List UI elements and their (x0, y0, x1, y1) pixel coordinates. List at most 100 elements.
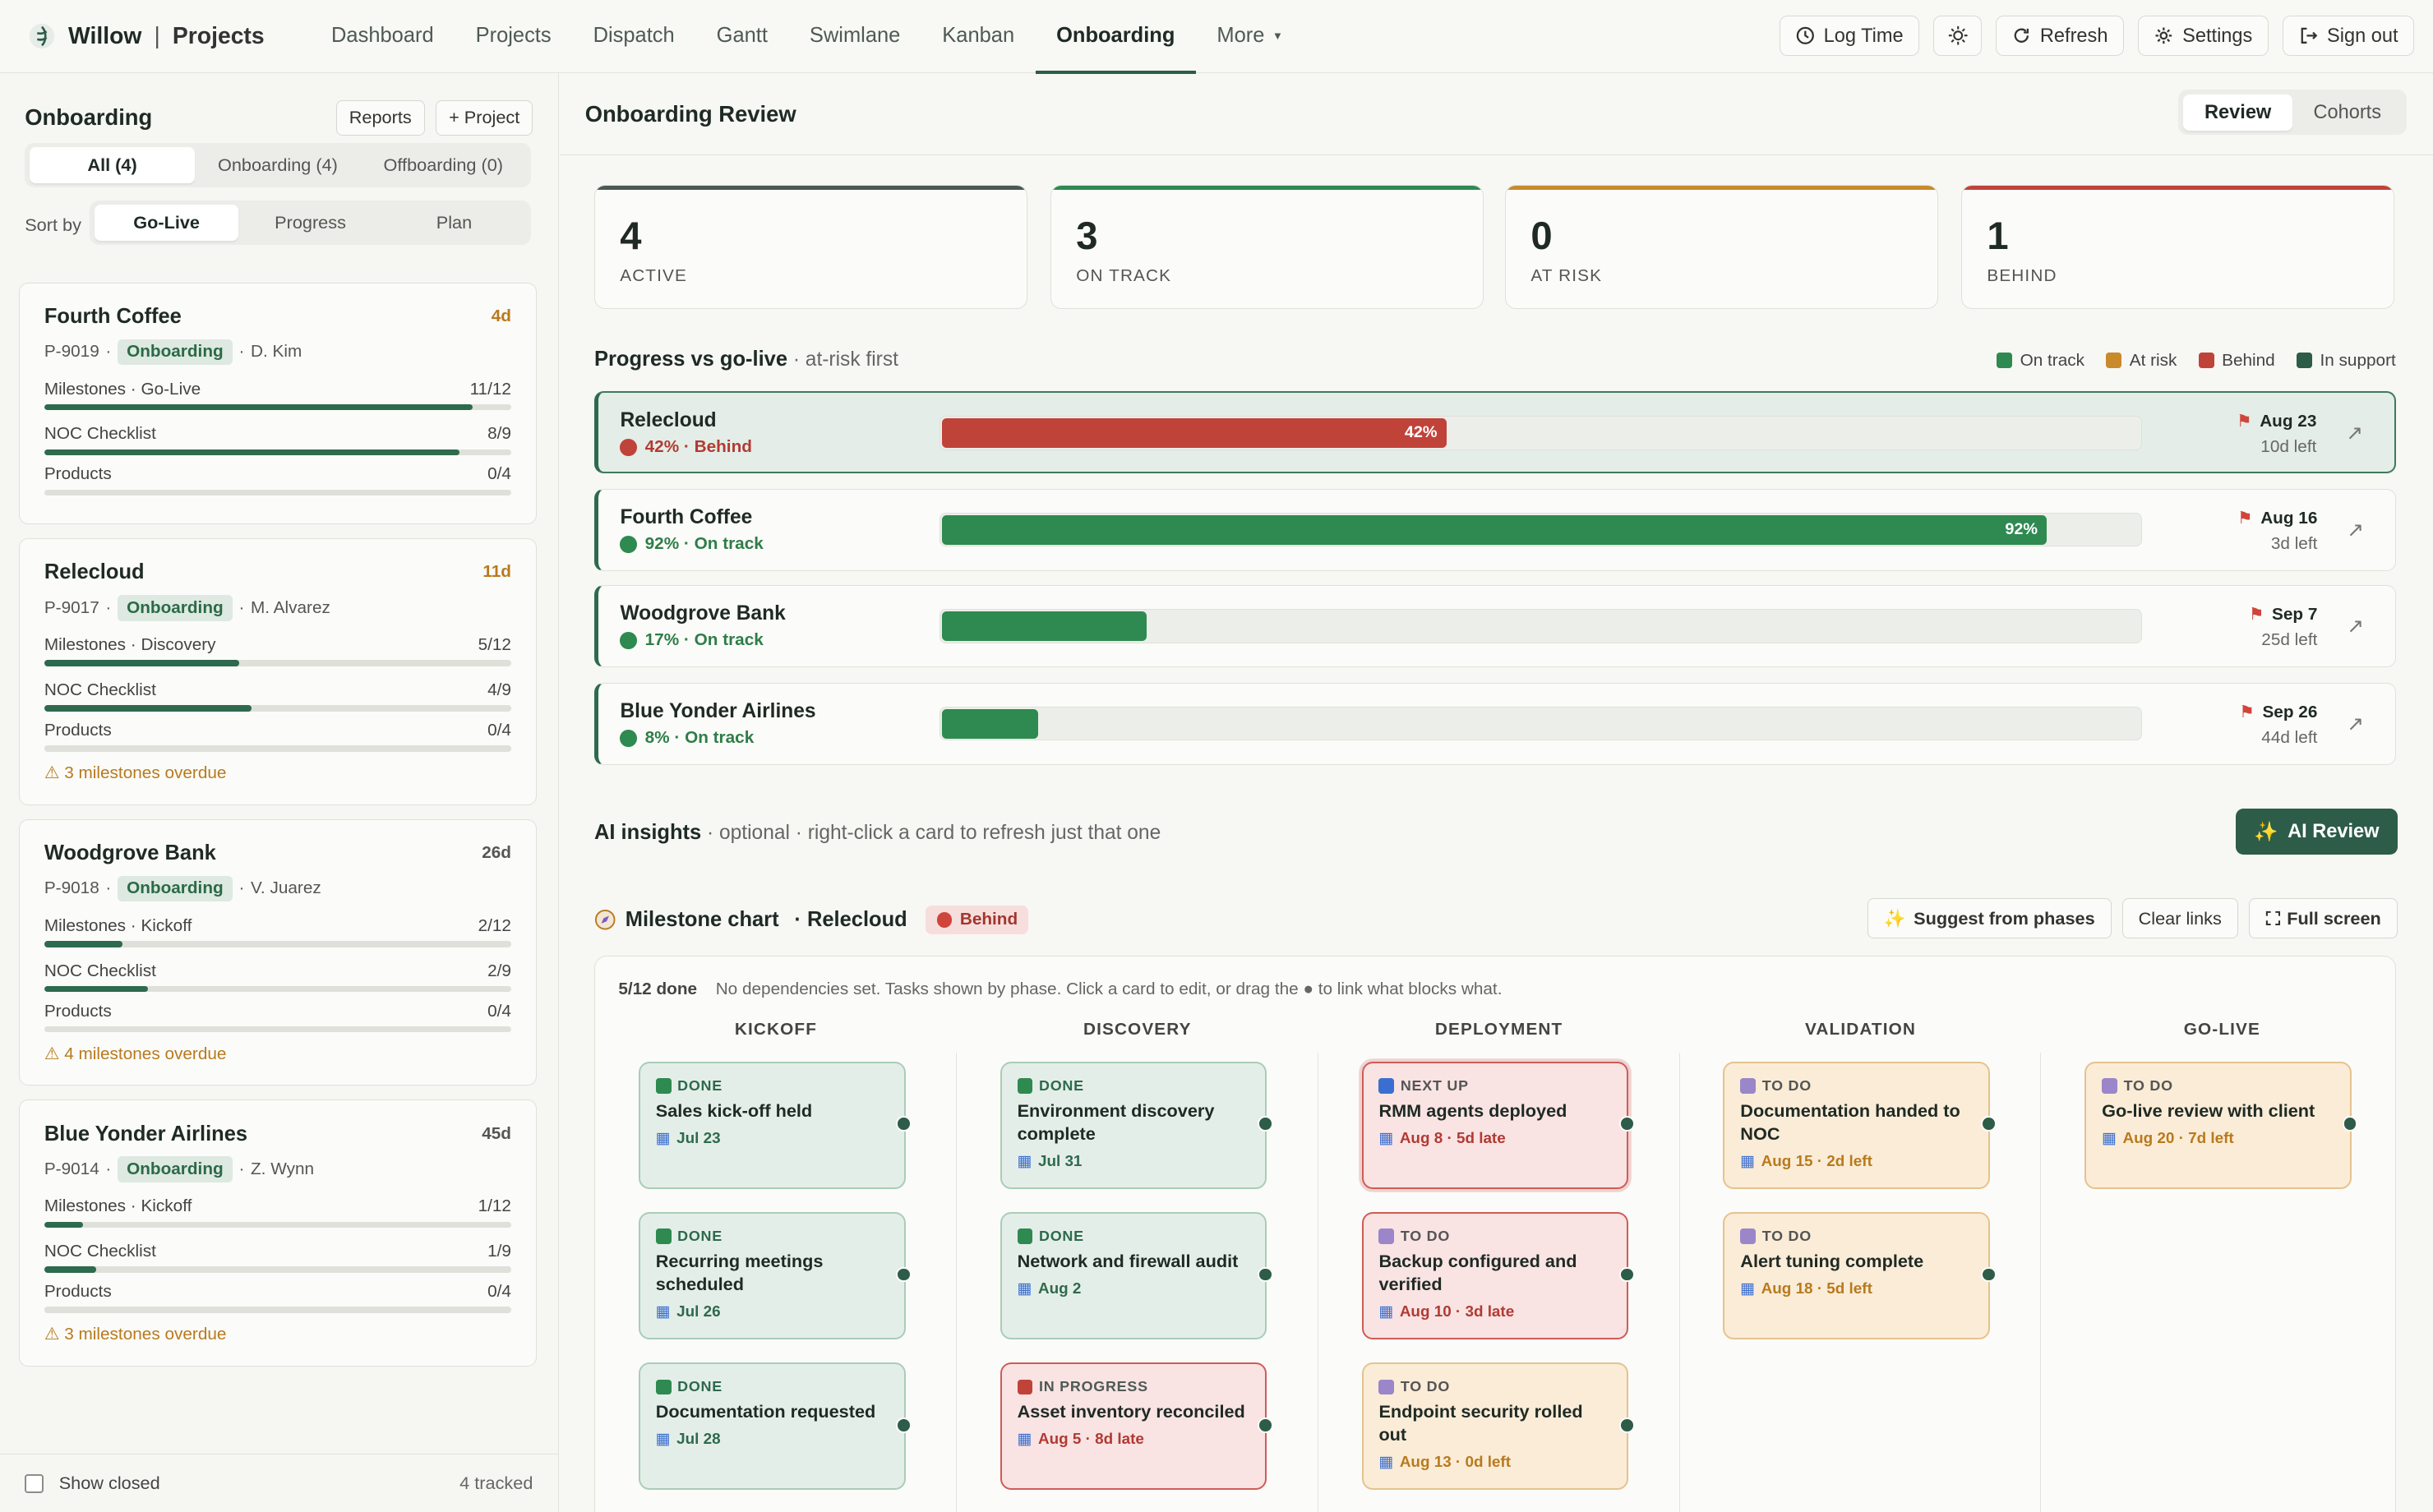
nav-kanban[interactable]: Kanban (921, 0, 1036, 72)
link-handle[interactable] (1618, 1417, 1635, 1433)
link-handle[interactable] (1257, 1266, 1273, 1283)
project-card[interactable]: Woodgrove Bank 26d P-9018 · Onboarding · V. Ju… (18, 818, 538, 1086)
calendar-icon: ▦ (1017, 1152, 1032, 1170)
progress-row[interactable]: Woodgrove Bank 17% · On track ⚑ Sep 7 25d le… (594, 584, 2396, 667)
milestone-card[interactable]: DONE Recurring meetings scheduled ▦ Jul 26 (638, 1212, 912, 1340)
brand[interactable]: Willow | Projects (0, 22, 311, 50)
add-project-button[interactable]: + Project (436, 99, 533, 136)
milestone-card[interactable]: DONE Environment discovery complete ▦ Jul 3… (1000, 1062, 1273, 1190)
milestone-card[interactable]: DONE Sales kick-off held ▦ Jul 23 (638, 1062, 912, 1190)
status-badge: Behind (926, 905, 1029, 935)
open-external-icon[interactable]: ↗ (2346, 421, 2363, 445)
milestone-card[interactable]: IN PROGRESS Asset inventory reconciled ▦ Au… (1000, 1362, 1273, 1491)
nav-more[interactable]: More ▼ (1196, 0, 1304, 72)
progress-row[interactable]: Fourth Coffee 92% · On track 92% ⚑ Aug 16 3d … (594, 488, 2396, 571)
link-handle[interactable] (1980, 1116, 1997, 1132)
progress-status-label: 17% · On track (644, 630, 764, 650)
filter-onboarding[interactable]: Onboarding (4) (195, 147, 360, 182)
phase-header: VALIDATION (1804, 1020, 1917, 1040)
project-card[interactable]: Fourth Coffee 4d P-9019 · Onboarding · D. Kim M… (18, 282, 538, 525)
milestone-title: Alert tuning complete (1740, 1251, 1924, 1271)
noc-value: 1/9 (487, 1242, 511, 1261)
milestone-card[interactable]: TO DO Go-live review with client ▦ Aug 20 ·… (2084, 1062, 2358, 1190)
link-handle[interactable] (1618, 1266, 1635, 1283)
stat-number: 4 (620, 214, 642, 258)
clear-links-button[interactable]: Clear links (2121, 898, 2238, 939)
project-card[interactable]: Relecloud 11d P-9017 · Onboarding · M. Alvarez… (18, 538, 538, 805)
milestone-card[interactable]: TO DO Endpoint security rolled out ▦ Aug 13… (1361, 1362, 1635, 1491)
nav-dispatch[interactable]: Dispatch (572, 0, 695, 72)
project-owner: V. Juarez (251, 878, 321, 898)
status-tag: Onboarding (117, 875, 233, 902)
link-handle[interactable] (896, 1116, 912, 1132)
milestone-card[interactable]: TO DO Alert tuning complete ▦ Aug 18 · 5d l… (1723, 1212, 1997, 1340)
link-handle[interactable] (896, 1266, 912, 1283)
link-handle[interactable] (1257, 1417, 1273, 1433)
status-dot-icon (620, 729, 638, 747)
milestone-card[interactable]: DONE Documentation requested ▦ Jul 28 (638, 1362, 912, 1491)
calendar-icon: ▦ (1017, 1429, 1032, 1447)
meta-separator: · (105, 597, 112, 617)
filter-offboarding[interactable]: Offboarding (0) (361, 147, 526, 182)
full-screen-button[interactable]: Full screen (2248, 898, 2398, 939)
nav-swimlane[interactable]: Swimlane (788, 0, 921, 72)
project-meta: P-9018 · Onboarding · V. Juarez (44, 875, 321, 902)
products-label: Products (44, 720, 112, 740)
show-closed-label[interactable]: Show closed (59, 1473, 160, 1494)
sort-progress[interactable]: Progress (238, 205, 382, 240)
reports-button[interactable]: Reports (335, 99, 425, 136)
meta-separator: · (105, 1159, 112, 1179)
milestone-status: TO DO (1740, 1077, 1973, 1095)
milestone-due-label: Jul 28 (676, 1429, 721, 1447)
settings-button[interactable]: Settings (2138, 15, 2269, 56)
sort-plan[interactable]: Plan (382, 205, 526, 240)
checkbox-icon (1017, 1078, 1033, 1095)
milestone-card[interactable]: DONE Network and firewall audit ▦ Aug 2 (1000, 1212, 1273, 1340)
project-meta: P-9017 · Onboarding · M. Alvarez (44, 595, 330, 621)
sign-out-button[interactable]: Sign out (2283, 15, 2415, 56)
open-external-icon[interactable]: ↗ (2347, 614, 2364, 638)
progress-track: 42% (939, 416, 2143, 450)
days-to-go-live: 26d (482, 843, 511, 863)
tab-cohorts[interactable]: Cohorts (2292, 94, 2402, 130)
log-time-button[interactable]: Log Time (1779, 15, 1920, 56)
progress-status-label: 8% · On track (644, 728, 755, 748)
ai-review-button[interactable]: ✨ AI Review (2236, 808, 2398, 855)
sort-go-live[interactable]: Go-Live (95, 205, 239, 241)
progress-row[interactable]: Blue Yonder Airlines 8% · On track ⚑ Sep 26… (594, 682, 2396, 765)
show-closed-checkbox[interactable] (25, 1473, 44, 1493)
project-name: Blue Yonder Airlines (44, 1122, 248, 1146)
nav-projects[interactable]: Projects (455, 0, 572, 72)
progress-status: 92% · On track (620, 534, 764, 554)
milestone-due: ▦ Aug 10 · 3d late (1378, 1302, 1611, 1321)
nav-gantt[interactable]: Gantt (695, 0, 788, 72)
link-handle[interactable] (2342, 1116, 2358, 1132)
project-card[interactable]: Blue Yonder Airlines 45d P-9014 · Onboarding… (18, 1099, 538, 1367)
link-handle[interactable] (896, 1417, 912, 1433)
checkbox-icon (655, 1228, 672, 1245)
theme-toggle-button[interactable] (1933, 15, 1983, 56)
open-external-icon[interactable]: ↗ (2347, 518, 2364, 542)
filter-all[interactable]: All (4) (29, 147, 196, 183)
milestone-card[interactable]: TO DO Documentation handed to NOC ▦ Aug 15 … (1723, 1062, 1997, 1190)
open-external-icon[interactable]: ↗ (2347, 712, 2364, 736)
link-handle[interactable] (1618, 1116, 1635, 1132)
nav-onboarding[interactable]: Onboarding (1035, 0, 1197, 75)
nav-dashboard[interactable]: Dashboard (311, 0, 455, 72)
suggest-from-phases-button[interactable]: ✨ Suggest from phases (1867, 898, 2112, 939)
noc-label: NOC Checklist (44, 424, 156, 444)
milestone-card[interactable]: TO DO Backup configured and verified ▦ Aug … (1361, 1212, 1635, 1340)
link-handle[interactable] (1980, 1266, 1997, 1283)
stat-number: 3 (1076, 214, 1098, 258)
milestone-card[interactable]: NEXT UP RMM agents deployed ▦ Aug 8 · 5d la… (1361, 1062, 1635, 1190)
refresh-button[interactable]: Refresh (1996, 15, 2125, 56)
phase-column: DISCOVERY DONE Environment discovery compl… (957, 1016, 1318, 1512)
milestone-due-label: Aug 8 · 5d late (1399, 1128, 1506, 1146)
project-name: Fourth Coffee (620, 506, 753, 529)
tab-review[interactable]: Review (2183, 94, 2293, 131)
view-tabs: Review Cohorts (2178, 90, 2407, 136)
progress-track (939, 706, 2143, 741)
link-handle[interactable] (1257, 1116, 1273, 1132)
progress-row[interactable]: Relecloud 42% · Behind 42% ⚑ Aug 23 10d left ↗ (594, 390, 2396, 473)
phase-column: GO-LIVE TO DO Go-live review with client ▦ A… (2041, 1016, 2394, 1512)
